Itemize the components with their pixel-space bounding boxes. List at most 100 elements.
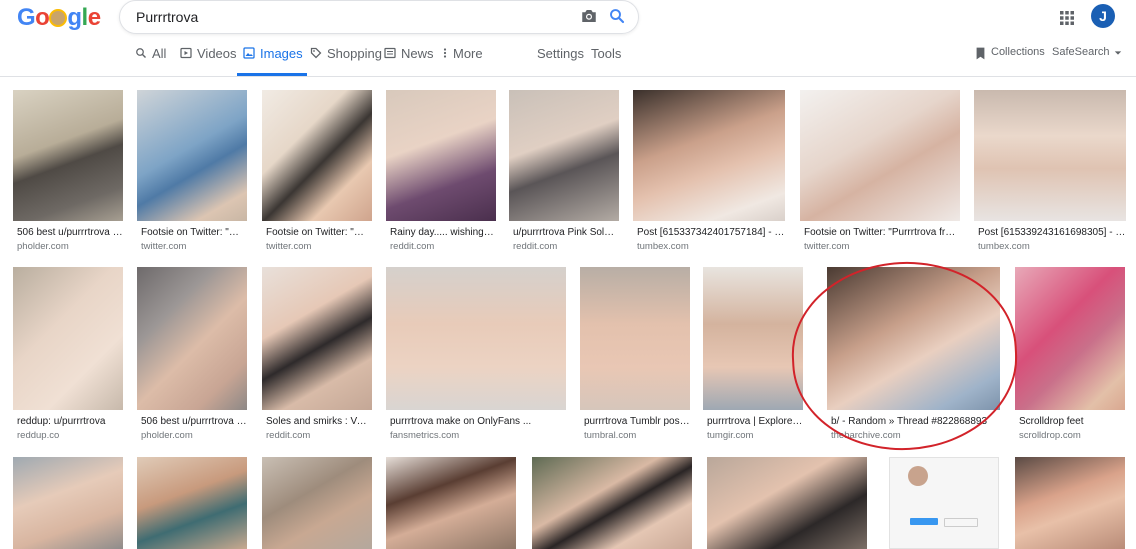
tab-all[interactable]: All xyxy=(135,46,166,76)
result-title[interactable]: purrrtrova make on OnlyFans ... xyxy=(390,416,566,427)
result-source: twitter.com xyxy=(266,241,312,252)
safesearch-label: SafeSearch xyxy=(1052,46,1110,58)
result-thumbnail[interactable] xyxy=(386,457,516,549)
result-thumbnail[interactable] xyxy=(386,267,566,410)
result-thumbnail[interactable] xyxy=(532,457,692,549)
result-source: reddit.com xyxy=(266,430,311,441)
result-thumbnail[interactable] xyxy=(262,457,372,549)
tab-videos[interactable]: Videos xyxy=(180,46,237,76)
more-vert-icon xyxy=(443,48,447,58)
image-result[interactable]: purrrtrova | Explore Tu... tumgir.com xyxy=(703,267,803,443)
result-source: scrolldrop.com xyxy=(1019,430,1081,441)
image-result[interactable] xyxy=(532,457,692,549)
image-result[interactable]: Footsie on Twitter: "Mi... twitter.com xyxy=(137,90,247,255)
result-thumbnail[interactable] xyxy=(580,267,690,410)
tools-link[interactable]: Tools xyxy=(591,46,621,76)
tab-more[interactable]: More xyxy=(442,46,483,76)
result-title[interactable]: Footsie on Twitter: "Purrrtrova from... xyxy=(804,227,960,238)
image-result[interactable]: u/purrrtrova Pink Soles... reddit.com xyxy=(509,90,619,255)
result-thumbnail[interactable] xyxy=(262,267,372,410)
image-result[interactable] xyxy=(137,457,247,549)
tag-icon xyxy=(310,47,322,59)
result-title[interactable]: b/ - Random » Thread #822868893 xyxy=(831,416,1000,427)
image-result[interactable]: Scrolldrop feet scrolldrop.com xyxy=(1015,267,1125,443)
settings-link[interactable]: Settings xyxy=(537,46,584,76)
result-thumbnail[interactable] xyxy=(262,90,372,221)
image-result[interactable]: purrrtrova Tumblr post... tumbral.com xyxy=(580,267,690,443)
result-title[interactable]: u/purrrtrova Pink Soles... xyxy=(513,227,619,238)
google-logo[interactable]: Go gle xyxy=(17,4,101,32)
logo-letter: g xyxy=(67,4,82,31)
result-title[interactable]: Soles and smirks : Veri... xyxy=(266,416,372,427)
result-thumbnail[interactable] xyxy=(509,90,619,221)
image-result[interactable] xyxy=(386,457,516,549)
result-title[interactable]: purrrtrova | Explore Tu... xyxy=(707,416,803,427)
collections-label: Collections xyxy=(991,46,1045,58)
result-source: twitter.com xyxy=(141,241,187,252)
collections-link[interactable]: Collections xyxy=(975,46,1045,76)
result-thumbnail[interactable] xyxy=(703,267,803,410)
result-thumbnail[interactable] xyxy=(137,457,247,549)
result-title[interactable]: Rainy day..... wishing I ... xyxy=(390,227,496,238)
search-icon xyxy=(136,48,146,58)
result-thumbnail[interactable] xyxy=(13,90,123,221)
image-result[interactable] xyxy=(707,457,867,549)
result-title[interactable]: Post [615337342401757184] - t0... xyxy=(637,227,785,238)
tab-news[interactable]: News xyxy=(384,46,434,76)
result-source: pholder.com xyxy=(141,430,193,441)
image-result[interactable] xyxy=(1015,457,1125,549)
result-title[interactable]: Post [615339243161698305] - t0... xyxy=(978,227,1126,238)
search-input[interactable]: Purrrtrova xyxy=(136,9,198,25)
search-icon[interactable] xyxy=(608,7,626,25)
image-result[interactable]: 506 best u/purrrtrova i... pholder.com xyxy=(13,90,123,255)
image-result[interactable]: Footsie on Twitter: "Mi... twitter.com xyxy=(262,90,372,255)
result-thumbnail[interactable] xyxy=(889,457,999,549)
image-result[interactable]: Post [615339243161698305] - t0... tumbex… xyxy=(974,90,1126,255)
camera-icon[interactable] xyxy=(580,8,598,24)
logo-letter: o xyxy=(35,4,50,31)
apps-grid-icon[interactable] xyxy=(1059,10,1075,26)
tab-label: Images xyxy=(260,46,303,61)
result-source: tumbral.com xyxy=(584,430,637,441)
avatar[interactable]: J xyxy=(1091,4,1115,28)
search-box[interactable]: Purrrtrova xyxy=(119,0,639,34)
image-result[interactable] xyxy=(889,457,999,549)
result-thumbnail[interactable] xyxy=(137,90,247,221)
result-thumbnail[interactable] xyxy=(633,90,785,221)
image-result[interactable]: Rainy day..... wishing I ... reddit.com xyxy=(386,90,496,255)
image-result[interactable]: Post [615337342401757184] - t0... tumbex… xyxy=(633,90,785,255)
result-thumbnail[interactable] xyxy=(137,267,247,410)
result-thumbnail[interactable] xyxy=(1015,267,1125,410)
result-thumbnail[interactable] xyxy=(827,267,1000,410)
image-result[interactable] xyxy=(262,457,372,549)
result-thumbnail[interactable] xyxy=(1015,457,1125,549)
result-title[interactable]: Scrolldrop feet xyxy=(1019,416,1125,427)
result-source: thebarchive.com xyxy=(831,430,901,441)
image-result[interactable]: 506 best u/purrrtrova i... pholder.com xyxy=(137,267,247,443)
result-title[interactable]: purrrtrova Tumblr post... xyxy=(584,416,690,427)
image-result[interactable]: b/ - Random » Thread #822868893 thebarch… xyxy=(827,267,1000,443)
search-tabs: All Videos Images Shopping News More Set… xyxy=(0,46,1136,76)
result-title[interactable]: reddup: u/purrrtrova xyxy=(17,416,123,427)
safesearch-dropdown[interactable]: SafeSearch xyxy=(1052,46,1122,76)
tab-label: News xyxy=(401,46,434,61)
tab-label: Videos xyxy=(197,46,237,61)
result-thumbnail[interactable] xyxy=(707,457,867,549)
result-thumbnail[interactable] xyxy=(974,90,1126,221)
image-result[interactable]: purrrtrova make on OnlyFans ... fansmetr… xyxy=(386,267,566,443)
tab-images[interactable]: Images xyxy=(237,46,307,76)
image-result[interactable]: Soles and smirks : Veri... reddit.com xyxy=(262,267,372,443)
result-title[interactable]: Footsie on Twitter: "Mi... xyxy=(141,227,247,238)
result-title[interactable]: Footsie on Twitter: "Mi... xyxy=(266,227,372,238)
result-thumbnail[interactable] xyxy=(13,457,123,549)
result-thumbnail[interactable] xyxy=(386,90,496,221)
image-result[interactable]: reddup: u/purrrtrova reddup.co xyxy=(13,267,123,443)
result-source: reddit.com xyxy=(390,241,435,252)
result-thumbnail[interactable] xyxy=(800,90,960,221)
tab-shopping[interactable]: Shopping xyxy=(310,46,382,76)
result-title[interactable]: 506 best u/purrrtrova i... xyxy=(141,416,247,427)
result-thumbnail[interactable] xyxy=(13,267,123,410)
image-result[interactable]: Footsie on Twitter: "Purrrtrova from... … xyxy=(800,90,960,255)
result-title[interactable]: 506 best u/purrrtrova i... xyxy=(17,227,123,238)
image-result[interactable] xyxy=(13,457,123,549)
